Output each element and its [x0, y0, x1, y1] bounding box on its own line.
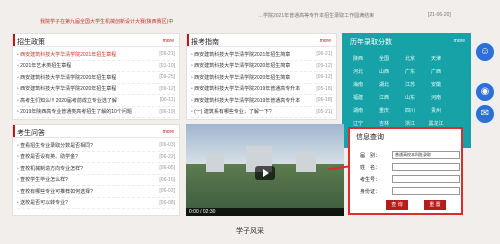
province-link[interactable]: 江苏	[397, 79, 423, 92]
video-time: 0:00 / 02:30	[189, 209, 216, 215]
province-link[interactable]: 山东	[397, 92, 423, 105]
list-item[interactable]: 西安建筑科技大学华清学院2020年招生简章[09-12]	[191, 61, 332, 72]
top-news-item[interactable]: 我院学子在第九届全国大学生机械创新设计大赛(陕西赛区)中	[40, 18, 230, 25]
panel-header: 历年录取分数 more	[342, 33, 471, 49]
panel-title: 历年录取分数	[350, 39, 392, 46]
more-link[interactable]: more	[163, 38, 174, 44]
panel-title: 报考指南	[187, 34, 219, 46]
province-link[interactable]: 河北	[345, 66, 371, 79]
reset-button[interactable]: 重 置	[424, 200, 446, 210]
province-link[interactable]: 海南	[345, 79, 371, 92]
panel-title: 信息查询	[356, 134, 384, 141]
province-link[interactable]: 重庆	[371, 105, 397, 118]
campus-video[interactable]: 0:00 / 02:30	[186, 124, 344, 216]
list-item[interactable]: 查看招生专业录取分数是否相同?[06-03]	[17, 140, 175, 152]
top-news-strip: 我院学子在第九届全国大学生机械创新设计大赛(陕西赛区)中 …学院2021年普通高…	[0, 0, 500, 28]
video-building	[296, 152, 316, 172]
province-link[interactable]: 湖南	[345, 105, 371, 118]
more-link[interactable]: more	[454, 38, 465, 44]
list-item[interactable]: 2019年陕西高专业普通类高考招生了解的10个问题[06-19]	[17, 107, 175, 118]
play-icon[interactable]	[255, 166, 275, 180]
id-card-field[interactable]	[392, 187, 460, 195]
list-item[interactable]: 查校是否设有英、助学金?[06-22]	[17, 152, 175, 163]
panel-title: 招生政策	[13, 34, 45, 46]
panel-title: 考生问答	[13, 125, 45, 137]
province-link[interactable]: 北京	[397, 53, 423, 66]
exam-number-label: 考生号：	[360, 177, 381, 183]
list-item[interactable]: 西安建筑科技大学华清学院2019年普通高专升本[06-18]	[191, 95, 332, 107]
video-controls[interactable]: 0:00 / 02:30	[186, 208, 344, 216]
qa-list: 查看招生专业录取分数是否相同?[06-03] 查校是否设有英、助学金?[06-2…	[13, 138, 179, 211]
top-news-date: [21-06-20]	[428, 12, 451, 18]
top-news-item[interactable]: …学院2021年普通高等专升本招生录取工作圆满结束	[258, 12, 398, 19]
more-link[interactable]: more	[163, 129, 174, 135]
news-list: 西安建筑科技大学华清学院2021年招生简章[06-21] 西安建筑科技大学华清学…	[187, 47, 336, 119]
province-link[interactable]: 全国	[371, 53, 397, 66]
list-item[interactable]: 西安建筑科技大学华清学院2020年招生章程[09-12]	[17, 84, 175, 95]
chat-icon[interactable]: ☺	[474, 41, 496, 63]
list-item[interactable]: 西安建筑科技大学华清学院2020年招生简章[09-12]	[191, 72, 332, 84]
name-label: 姓 名：	[360, 165, 381, 171]
province-link[interactable]: 福建	[345, 92, 371, 105]
panel-header: 报考指南 more	[187, 34, 336, 47]
name-field[interactable]	[392, 163, 460, 171]
wechat-icon[interactable]: ✉	[474, 103, 496, 125]
list-item[interactable]: 查校有哪些专业可推荐如何选择?[06-02]	[17, 186, 175, 198]
province-link[interactable]: 广西	[423, 66, 449, 79]
side-float-bar: ☺ ◉ ✉	[470, 33, 500, 153]
news-list: 西安建筑科技大学华清学院2021年招生章程[06-21] 2021年艺术类招生章…	[13, 47, 179, 119]
panel-header: 考生问答 more	[13, 125, 179, 138]
robot-icon[interactable]: ◉	[474, 81, 496, 103]
section-title: 学子风采	[236, 228, 264, 235]
province-link[interactable]: 安徽	[423, 79, 449, 92]
list-item[interactable]: 查校机械制造方向专业怎样?[06-05]	[17, 163, 175, 175]
student-qa-panel: 考生问答 more 查看招生专业录取分数是否相同?[06-03] 查校是否设有英…	[12, 124, 180, 216]
province-link[interactable]: 天津	[423, 53, 449, 66]
id-card-label: 身份证：	[360, 189, 381, 195]
list-item[interactable]: (一) 建筑系有哪些专业，了解一下?[05-21]	[191, 107, 332, 118]
list-item[interactable]: 西安建筑科技大学华清学院2021年招生章程[06-21]	[17, 49, 175, 61]
province-link[interactable]: 陕西	[345, 53, 371, 66]
province-link[interactable]: 河南	[423, 92, 449, 105]
admission-policy-panel: 招生政策 more 西安建筑科技大学华清学院2021年招生章程[06-21] 2…	[12, 33, 180, 120]
exam-number-field[interactable]	[392, 175, 460, 183]
exam-guide-panel: 报考指南 more 西安建筑科技大学华清学院2021年招生简章[06-21] 西…	[186, 33, 337, 120]
list-item[interactable]: 西安建筑科技大学华清学院2021年招生简章[06-21]	[191, 49, 332, 61]
panel-header: 招生政策 more	[13, 34, 179, 47]
province-link[interactable]: 湖北	[371, 79, 397, 92]
year-label: 届 别：	[360, 153, 381, 159]
list-item[interactable]: 西安建筑科技大学华清学院2020年招生章程[09-25]	[17, 72, 175, 84]
province-link[interactable]: 四川	[397, 105, 423, 118]
video-building	[206, 154, 224, 172]
list-item[interactable]: 西安建筑科技大学华清学院2019年普通高专升本[05-18]	[191, 84, 332, 95]
more-link[interactable]: more	[320, 38, 331, 44]
province-link[interactable]: 山西	[371, 66, 397, 79]
list-item[interactable]: 送校是否可以转专业?[06-08]	[17, 198, 175, 209]
year-select[interactable]: 普通高校本科批录取	[392, 151, 460, 159]
list-item[interactable]: 2021年艺术类招生章程[01-10]	[17, 61, 175, 72]
search-button[interactable]: 查 询	[386, 200, 408, 210]
province-link[interactable]: 广东	[397, 66, 423, 79]
list-item[interactable]: 查校学生毕业怎么样?[06-16]	[17, 175, 175, 186]
list-item[interactable]: 高考生们知么!!! 2020届考前成立专业选了解[06-11]	[17, 95, 175, 107]
province-link[interactable]: 江西	[371, 92, 397, 105]
province-link[interactable]: 贵州	[423, 105, 449, 118]
